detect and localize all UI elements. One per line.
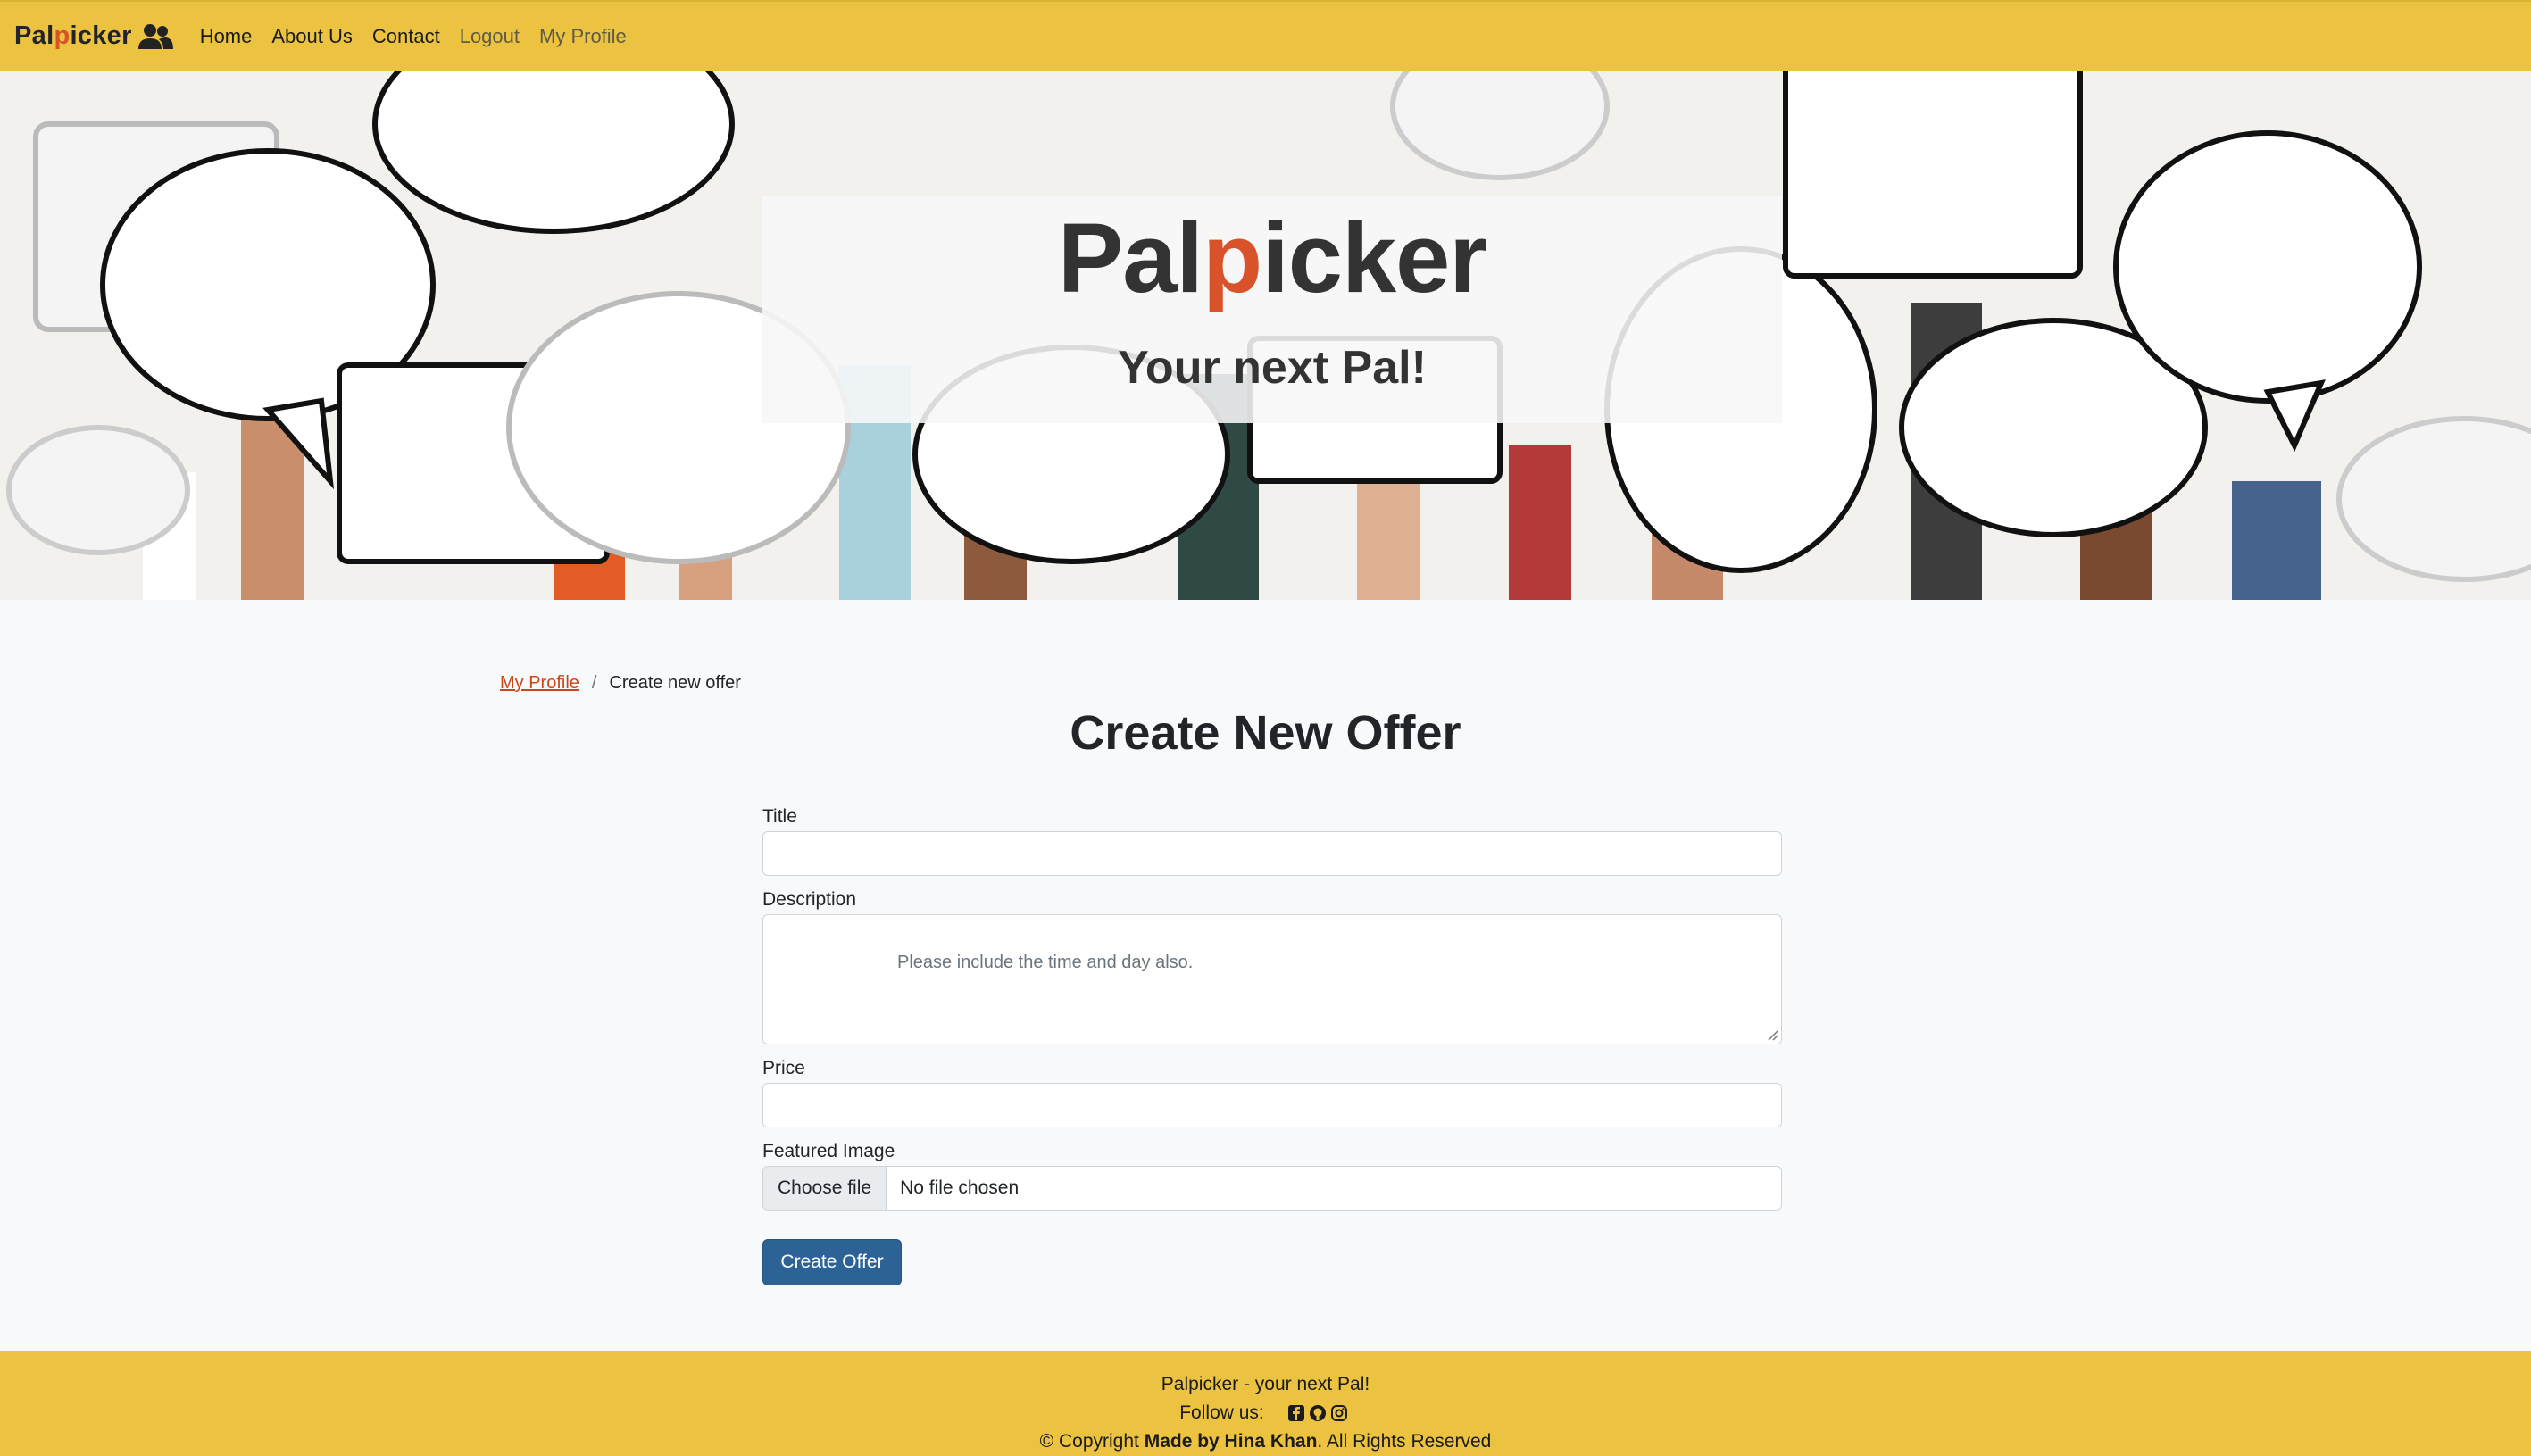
featured-image-file-input[interactable]: Choose file No file chosen — [762, 1166, 1782, 1211]
hero-subtitle: Your next Pal! — [1118, 341, 1427, 394]
price-input[interactable] — [762, 1083, 1782, 1127]
hero-title: Palpicker — [1057, 204, 1487, 313]
page-title: Create New Offer — [1070, 706, 1461, 760]
create-offer-form: Title Description Please include the tim… — [762, 806, 1782, 1285]
nav-logout[interactable]: Logout — [460, 25, 520, 48]
file-status: No file chosen — [900, 1177, 1020, 1198]
breadcrumb-current: Create new offer — [609, 673, 741, 693]
instagram-icon[interactable] — [1330, 1404, 1348, 1422]
follow-us-label: Follow us: — [1179, 1402, 1264, 1423]
create-offer-button[interactable]: Create Offer — [762, 1239, 902, 1285]
featured-image-label: Featured Image — [762, 1141, 895, 1161]
footer-follow: Follow us: — [0, 1402, 2531, 1424]
footer: Palpicker - your next Pal! Follow us: © … — [0, 1351, 2531, 1456]
nav-contact[interactable]: Contact — [372, 25, 440, 48]
brand-text-p: p — [54, 21, 71, 50]
hero-banner: Palpicker Your next Pal! — [0, 71, 2531, 600]
brand-logo[interactable]: Pal p icker — [14, 21, 173, 51]
description-placeholder: Please include the time and day also. — [897, 953, 1194, 972]
description-label: Description — [762, 889, 857, 910]
navbar: Pal p icker Home About Us Contact Logout M… — [0, 0, 2531, 71]
breadcrumb: My Profile / Create new offer — [500, 673, 741, 694]
breadcrumb-separator: / — [591, 673, 597, 693]
breadcrumb-my-profile-link[interactable]: My Profile — [500, 673, 579, 694]
brand-text-post: icker — [70, 21, 132, 50]
footer-copyright: © Copyright Made by Hina Khan. All Right… — [1039, 1431, 1492, 1452]
description-textarea[interactable]: Please include the time and day also. — [762, 914, 1782, 1044]
facebook-icon[interactable] — [1287, 1404, 1305, 1422]
hero-card: Palpicker Your next Pal! — [762, 196, 1782, 423]
title-input[interactable] — [762, 831, 1782, 876]
choose-file-button[interactable]: Choose file — [763, 1167, 887, 1210]
resize-handle-icon[interactable] — [1766, 1028, 1778, 1041]
users-icon — [137, 22, 173, 51]
nav-my-profile[interactable]: My Profile — [539, 25, 627, 48]
github-icon[interactable] — [1309, 1404, 1327, 1422]
price-label: Price — [762, 1058, 805, 1078]
brand-text-pre: Pal — [14, 21, 54, 50]
nav-links: Home About Us Contact Logout My Profile — [200, 25, 646, 48]
nav-home[interactable]: Home — [200, 25, 253, 48]
nav-about[interactable]: About Us — [271, 25, 353, 48]
title-label: Title — [762, 806, 797, 827]
footer-tagline: Palpicker - your next Pal! — [1161, 1374, 1370, 1394]
